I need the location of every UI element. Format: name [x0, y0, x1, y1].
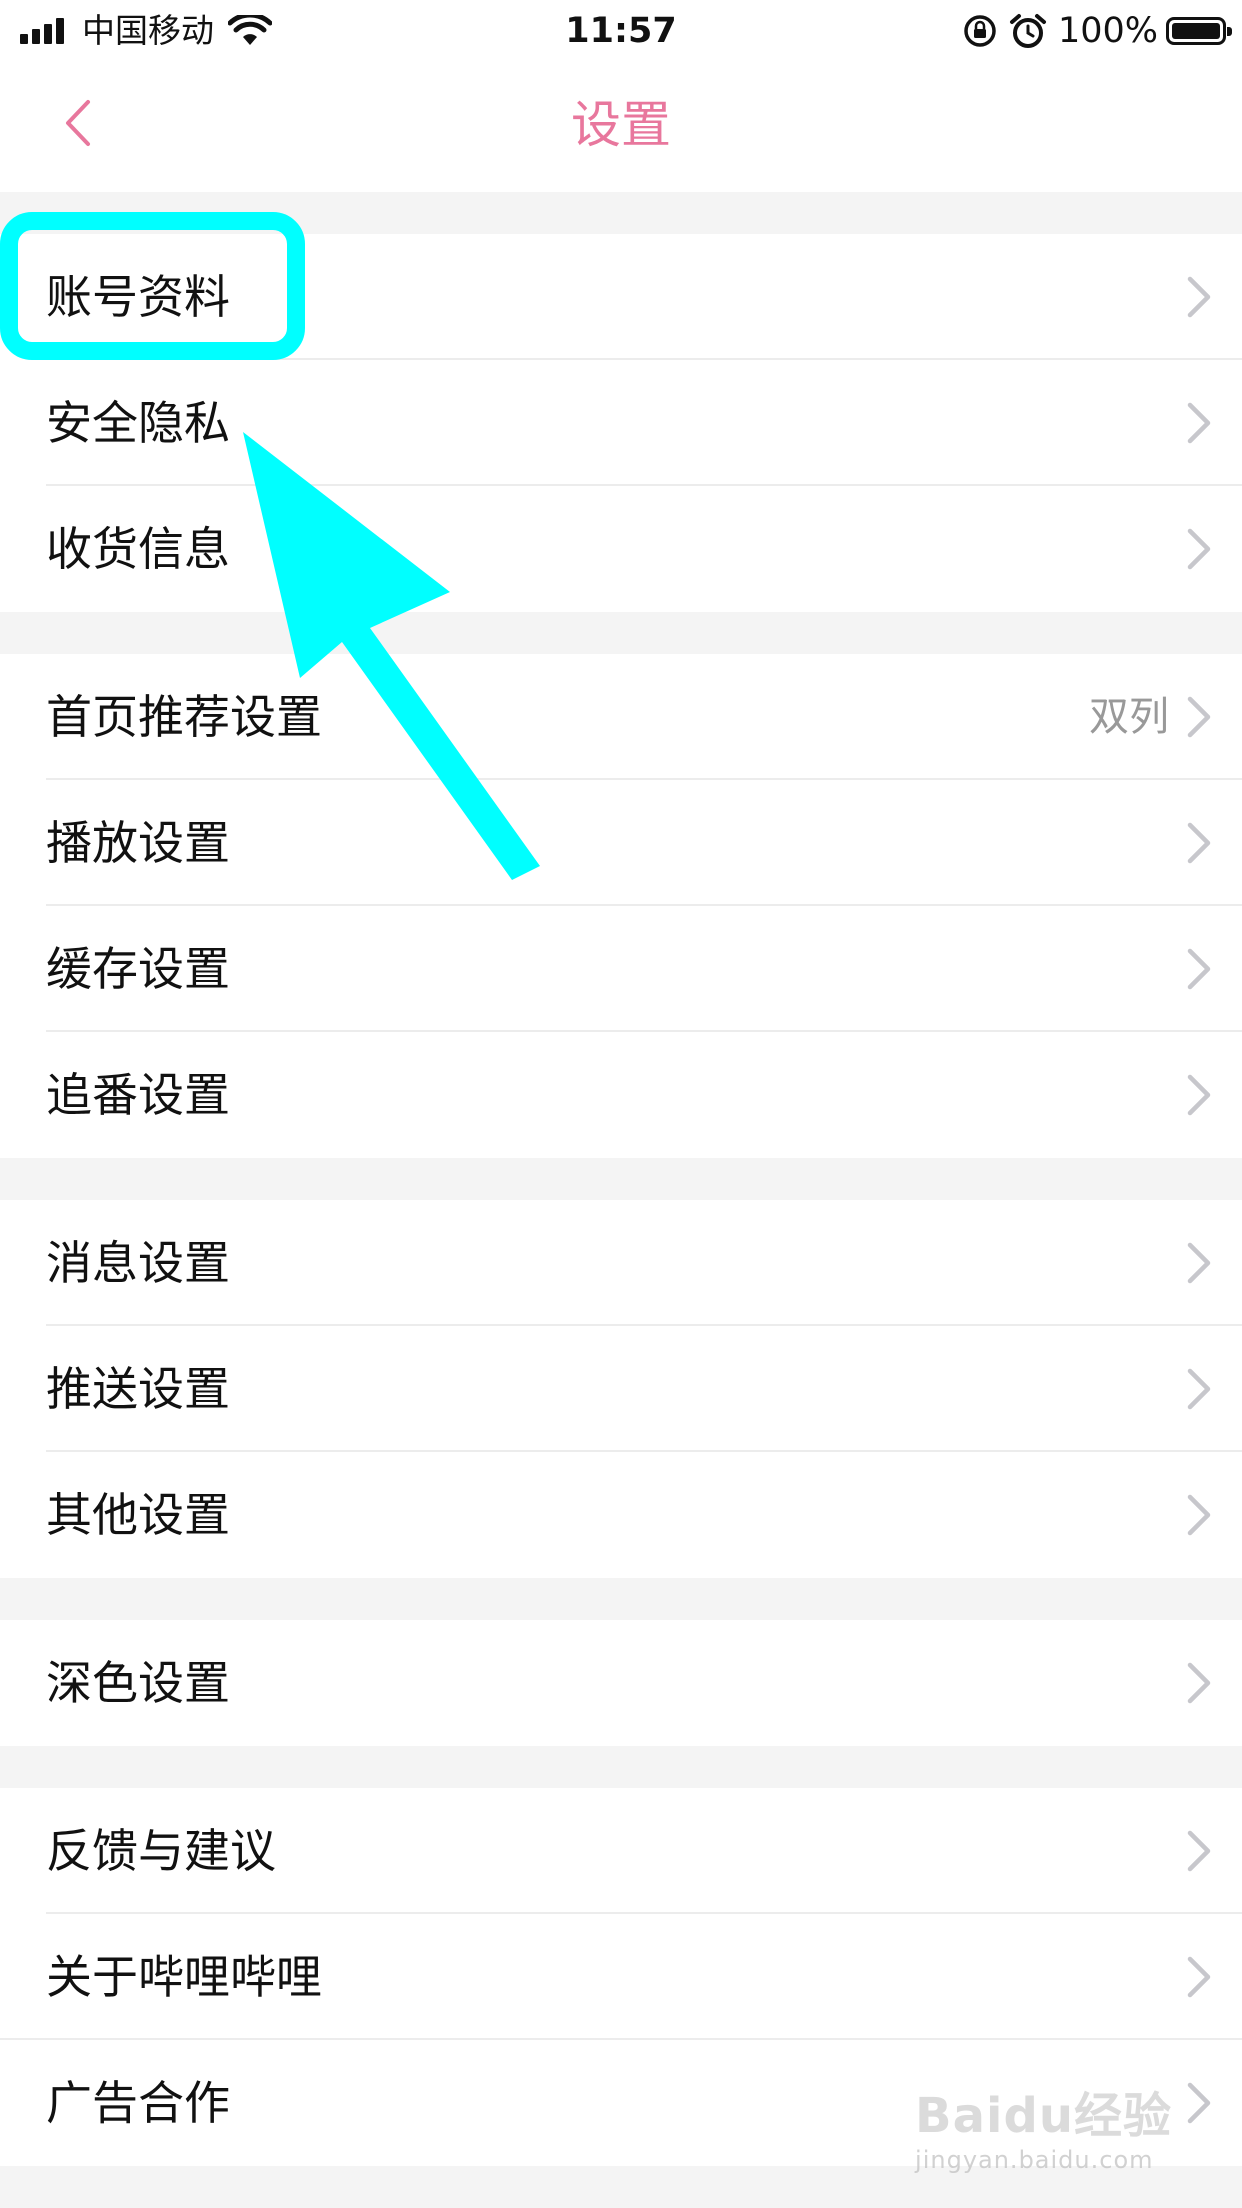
row-label: 收货信息: [46, 522, 230, 576]
chevron-right-icon: [1187, 948, 1211, 990]
row-label: 深色设置: [46, 1656, 230, 1710]
rotation-lock-icon: [964, 15, 996, 47]
nav-bar: 设置: [0, 62, 1242, 192]
row-label: 关于哔哩哔哩: [46, 1950, 322, 2004]
chevron-right-icon: [1187, 2082, 1211, 2124]
chevron-right-icon: [1187, 1494, 1211, 1536]
chevron-right-icon: [1187, 696, 1211, 738]
row-label: 广告合作: [46, 2076, 230, 2130]
chevron-right-icon: [1187, 822, 1211, 864]
settings-row-push[interactable]: 推送设置: [0, 1326, 1242, 1452]
settings-row-home-recommend[interactable]: 首页推荐设置 双列: [0, 654, 1242, 780]
settings-row-ad-cooperation[interactable]: 广告合作: [0, 2040, 1242, 2166]
row-value: 双列: [1089, 694, 1169, 740]
chevron-right-icon: [1187, 276, 1211, 318]
status-right: 100%: [962, 10, 1232, 52]
settings-row-security-privacy[interactable]: 安全隐私: [0, 360, 1242, 486]
alarm-icon: [1009, 14, 1046, 48]
battery-icon: [1166, 17, 1232, 45]
row-label: 账号资料: [46, 270, 230, 324]
row-label: 首页推荐设置: [46, 690, 322, 744]
settings-row-playback[interactable]: 播放设置: [0, 780, 1242, 906]
settings-row-follow-anime[interactable]: 追番设置: [0, 1032, 1242, 1158]
row-label: 追番设置: [46, 1068, 230, 1122]
settings-group-notifications: 消息设置 推送设置 其他设置: [0, 1200, 1242, 1578]
row-label: 消息设置: [46, 1236, 230, 1290]
row-label: 反馈与建议: [46, 1824, 276, 1878]
settings-row-account-info[interactable]: 账号资料: [0, 234, 1242, 360]
settings-row-other[interactable]: 其他设置: [0, 1452, 1242, 1578]
settings-row-messages[interactable]: 消息设置: [0, 1200, 1242, 1326]
battery-percent: 100%: [1057, 11, 1158, 51]
chevron-right-icon: [1187, 1074, 1211, 1116]
settings-group-account: 账号资料 安全隐私 收货信息: [0, 234, 1242, 612]
settings-group-appearance: 深色设置: [0, 1620, 1242, 1746]
row-label: 其他设置: [46, 1488, 230, 1542]
chevron-right-icon: [1187, 1830, 1211, 1872]
settings-row-dark-mode[interactable]: 深色设置: [0, 1620, 1242, 1746]
row-label: 播放设置: [46, 816, 230, 870]
row-label: 推送设置: [46, 1362, 230, 1416]
chevron-right-icon: [1187, 1662, 1211, 1704]
settings-row-about-bilibili[interactable]: 关于哔哩哔哩: [0, 1914, 1242, 2040]
status-bar: 中国移动 11:57 100%: [0, 0, 1242, 62]
chevron-right-icon: [1187, 1368, 1211, 1410]
row-label: 安全隐私: [46, 396, 230, 450]
chevron-right-icon: [1187, 402, 1211, 444]
settings-group-about: 反馈与建议 关于哔哩哔哩 广告合作: [0, 1788, 1242, 2166]
chevron-right-icon: [1187, 528, 1211, 570]
settings-group-playback: 首页推荐设置 双列 播放设置 缓存设置 追番设置: [0, 654, 1242, 1158]
chevron-right-icon: [1187, 1242, 1211, 1284]
settings-row-feedback[interactable]: 反馈与建议: [0, 1788, 1242, 1914]
page-title: 设置: [571, 96, 671, 154]
settings-row-shipping-info[interactable]: 收货信息: [0, 486, 1242, 612]
chevron-right-icon: [1187, 1956, 1211, 1998]
row-label: 缓存设置: [46, 942, 230, 996]
settings-row-cache[interactable]: 缓存设置: [0, 906, 1242, 1032]
